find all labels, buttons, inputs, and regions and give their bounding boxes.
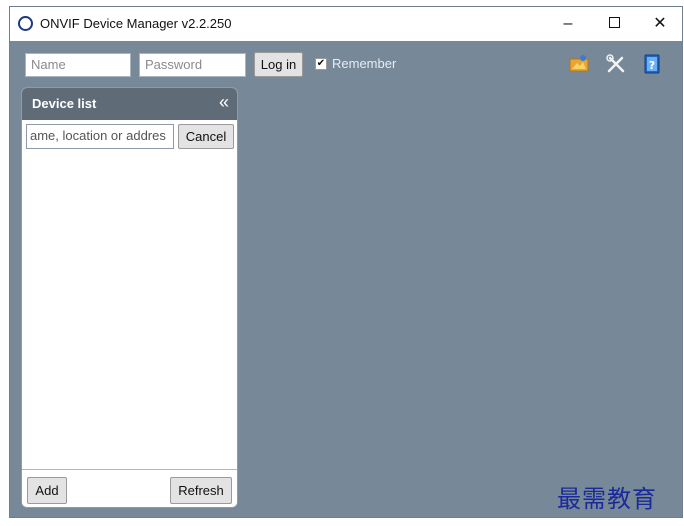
collapse-panel-button[interactable]: « — [219, 93, 229, 111]
device-list-panel: Device list « ame, location or addres Ca… — [21, 87, 238, 508]
remember-label[interactable]: Remember — [332, 56, 396, 71]
cancel-search-button[interactable]: Cancel — [178, 124, 234, 149]
device-list-footer: Add Refresh — [22, 469, 237, 507]
window-title: ONVIF Device Manager v2.2.250 — [40, 16, 232, 31]
minimize-button[interactable]: – — [545, 7, 591, 41]
title-bar: ONVIF Device Manager v2.2.250 – ✕ — [10, 7, 682, 41]
remember-checkbox[interactable]: ✔ — [315, 58, 327, 70]
device-list-title: Device list — [32, 96, 97, 111]
device-list-header: Device list « — [22, 88, 237, 120]
watermark-text: 最需教育 — [557, 485, 657, 513]
name-input[interactable]: Name — [25, 53, 131, 77]
device-search-input[interactable]: ame, location or addres — [26, 124, 174, 149]
password-input[interactable]: Password — [139, 53, 246, 77]
svg-text:?: ? — [649, 59, 655, 72]
onvif-logo-icon — [18, 16, 33, 31]
tools-icon[interactable] — [606, 54, 626, 74]
maximize-icon — [608, 17, 620, 29]
add-device-button[interactable]: Add — [27, 477, 67, 504]
gallery-icon[interactable] — [569, 54, 589, 74]
maximize-button[interactable] — [591, 7, 637, 41]
login-button[interactable]: Log in — [254, 52, 303, 77]
close-button[interactable]: ✕ — [637, 7, 682, 41]
login-toolbar: Name Password Log in ✔ Remember ? — [10, 41, 682, 87]
help-icon[interactable]: ? — [642, 54, 662, 74]
device-list[interactable] — [22, 154, 237, 469]
app-window: ONVIF Device Manager v2.2.250 – ✕ Name P… — [9, 6, 683, 518]
refresh-button[interactable]: Refresh — [170, 477, 232, 504]
